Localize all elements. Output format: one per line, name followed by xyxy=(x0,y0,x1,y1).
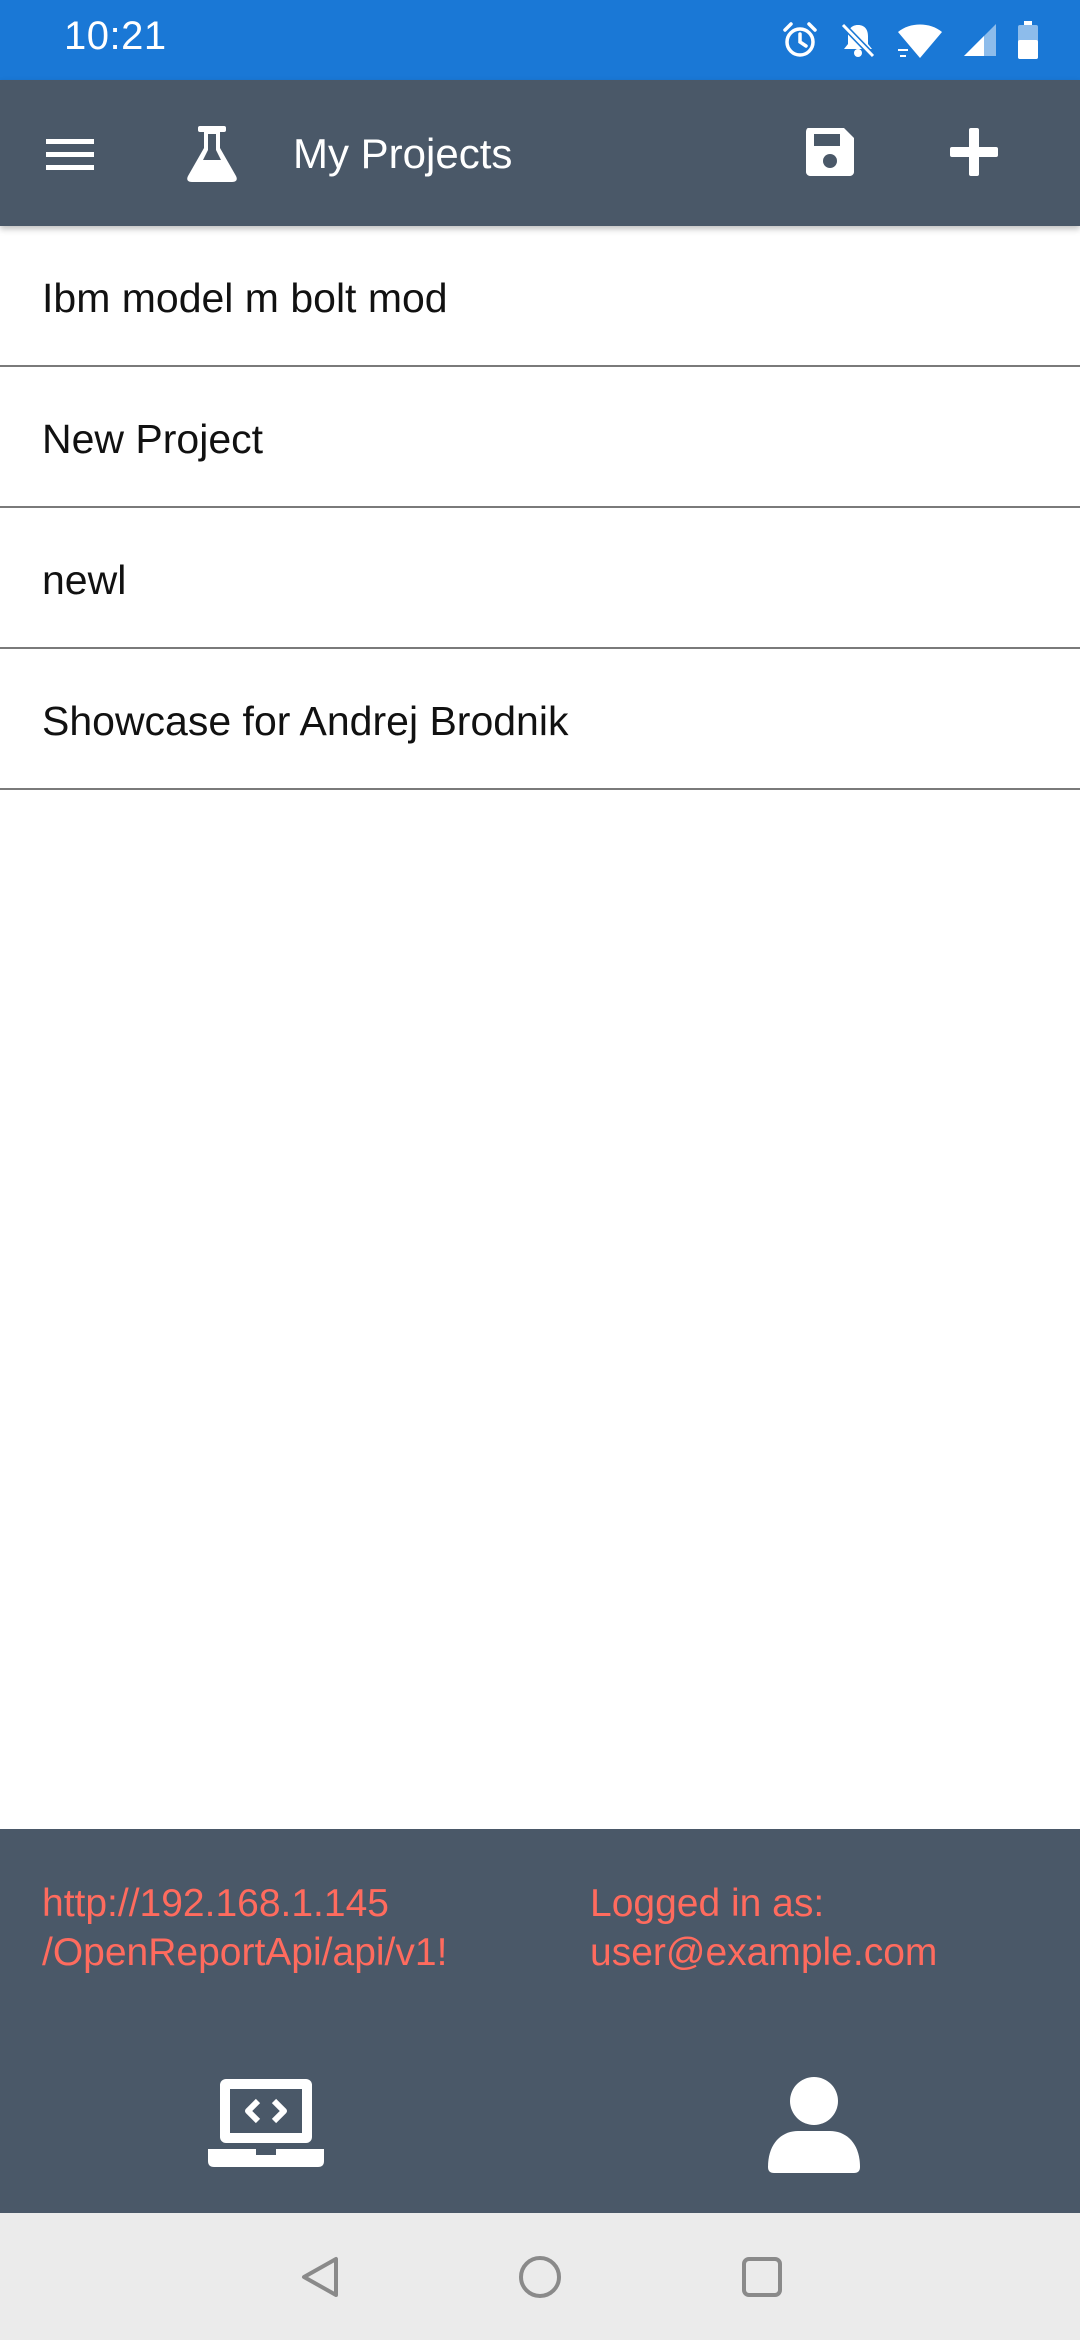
project-name: Showcase for Andrej Brodnik xyxy=(42,698,569,744)
logged-in-user: user@example.com xyxy=(590,1931,938,1974)
page-title: My Projects xyxy=(293,130,513,177)
app-bar: My Projects xyxy=(0,80,1080,226)
menu-icon[interactable] xyxy=(44,128,96,180)
cellular-signal-icon xyxy=(962,22,998,58)
list-item[interactable]: Showcase for Andrej Brodnik xyxy=(0,649,1080,790)
list-item[interactable]: newl xyxy=(0,508,1080,649)
status-icons xyxy=(780,18,1040,62)
status-bar: 10:21 xyxy=(0,0,1080,80)
logged-in-info: Logged in as: user@example.com xyxy=(590,1879,1050,1977)
project-list: Ibm model m bolt mod New Project newl Sh… xyxy=(0,226,1080,790)
user-icon[interactable] xyxy=(766,2075,862,2175)
navigation-bar xyxy=(0,2213,1080,2340)
add-icon[interactable] xyxy=(944,122,1004,182)
wifi-icon xyxy=(896,20,944,60)
notifications-off-icon xyxy=(838,20,878,60)
logged-in-label: Logged in as: xyxy=(590,1882,825,1925)
alarm-icon xyxy=(780,20,820,60)
project-name: newl xyxy=(42,557,127,603)
footer-panel: http://192.168.1.145 /OpenReportApi/api/… xyxy=(0,1829,1080,2213)
flask-icon xyxy=(182,124,242,184)
status-time: 10:21 xyxy=(64,14,167,58)
home-icon[interactable] xyxy=(516,2253,564,2301)
back-icon[interactable] xyxy=(298,2253,346,2301)
save-icon[interactable] xyxy=(800,122,860,182)
list-item[interactable]: Ibm model m bolt mod xyxy=(0,226,1080,367)
server-url: http://192.168.1.145 /OpenReportApi/api/… xyxy=(42,1882,448,1974)
project-name: New Project xyxy=(42,416,264,462)
laptop-code-icon[interactable] xyxy=(206,2075,326,2175)
battery-icon xyxy=(1016,20,1040,60)
recents-icon[interactable] xyxy=(738,2253,786,2301)
project-name: Ibm model m bolt mod xyxy=(42,275,448,321)
list-item[interactable]: New Project xyxy=(0,367,1080,508)
